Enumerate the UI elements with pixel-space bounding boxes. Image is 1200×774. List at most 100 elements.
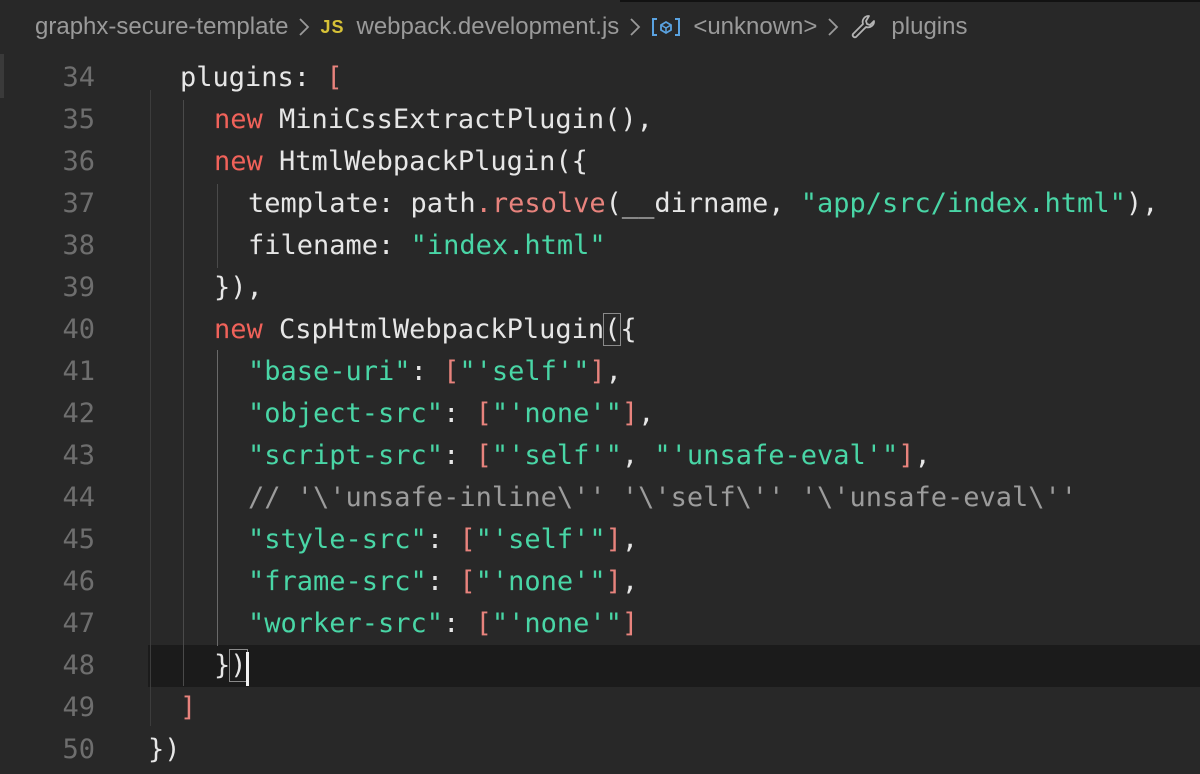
editor-edge-marker — [0, 54, 4, 98]
breadcrumb-folder[interactable]: graphx-secure-template — [35, 13, 288, 41]
token-property: filename: — [248, 230, 411, 261]
wrench-icon — [849, 13, 877, 41]
window-edge — [620, 0, 1200, 2]
token-bracket: ] — [180, 692, 197, 723]
token-keyword: new — [214, 104, 263, 135]
js-file-icon: JS — [320, 16, 345, 37]
code-line-46[interactable]: "frame-src": ["'none'"], — [248, 561, 638, 603]
code-line-44[interactable]: // '\'unsafe-inline\'' '\'self\'' '\'uns… — [248, 477, 1077, 519]
token-key: "object-src" — [248, 398, 444, 429]
token-punctuation: : — [426, 566, 460, 597]
code-line-50[interactable]: }) — [148, 729, 181, 771]
code-line-42[interactable]: "object-src": ["'none'"], — [248, 393, 654, 435]
token-call: MiniCssExtractPlugin(), — [279, 104, 653, 135]
breadcrumb-folder-label: graphx-secure-template — [35, 13, 289, 40]
breadcrumb-property[interactable]: plugins — [849, 13, 967, 41]
breadcrumb-file-label: webpack.development.js — [356, 13, 620, 40]
token-string: "'self'" — [491, 440, 622, 471]
token-identifier: __dirname, — [621, 188, 801, 219]
chevron-right-icon — [827, 17, 839, 37]
token-paren: ( — [605, 188, 622, 219]
code-line-49[interactable]: ] — [180, 687, 196, 729]
matching-bracket: ) — [229, 649, 248, 682]
token-property: template: path — [248, 188, 476, 219]
token-brace: { — [620, 314, 637, 345]
token-string: "'none'" — [491, 398, 622, 429]
code-area[interactable]: plugins: [ new MiniCssExtractPlugin(), n… — [0, 0, 1200, 774]
token-string: "'none'" — [491, 608, 622, 639]
breadcrumb-symbol-label: <unknown> — [693, 13, 818, 40]
token-bracket: [ — [443, 356, 460, 387]
token-class-name: CspHtmlWebpackPlugin — [279, 314, 605, 345]
code-line-36[interactable]: new HtmlWebpackPlugin({ — [214, 141, 588, 183]
token-string: "'unsafe-eval'" — [654, 440, 899, 471]
code-editor[interactable]: graphx-secure-template JS webpack.develo… — [0, 0, 1200, 774]
token-key: "worker-src" — [248, 608, 444, 639]
code-line-48[interactable]: }) — [214, 645, 248, 687]
token-punctuation: : — [293, 62, 327, 93]
token-string: "index.html" — [410, 230, 606, 261]
token-punctuation: , — [621, 440, 655, 471]
code-line-38[interactable]: filename: "index.html" — [248, 225, 606, 267]
token-bracket: ] — [898, 440, 915, 471]
token-bracket: ] — [621, 608, 639, 639]
token-keyword: new — [214, 314, 263, 345]
token-bracket: [ — [475, 398, 492, 429]
token-bracket: ] — [605, 566, 622, 597]
token-string: "'self'" — [475, 524, 606, 555]
token-string: "'none'" — [475, 566, 606, 597]
chevron-right-icon — [298, 17, 310, 37]
breadcrumb-file[interactable]: JS webpack.development.js — [320, 13, 619, 41]
matching-bracket: ( — [603, 313, 622, 346]
code-line-35[interactable]: new MiniCssExtractPlugin(), — [214, 99, 653, 141]
token-bracket: ] — [589, 356, 606, 387]
token-bracket: ] — [621, 398, 639, 429]
token-bracket: ] — [605, 524, 622, 555]
token-bracket: [ — [326, 62, 343, 93]
token-key: "base-uri" — [248, 356, 411, 387]
code-line-47[interactable]: "worker-src": ["'none'"] — [248, 603, 638, 645]
code-line-45[interactable]: "style-src": ["'self'"], — [248, 519, 638, 561]
token-bracket: [ — [475, 440, 492, 471]
code-line-34[interactable]: plugins: [ — [180, 57, 343, 99]
text-cursor — [246, 652, 249, 686]
breadcrumb-symbol[interactable]: <unknown> — [651, 13, 817, 41]
symbol-variable-icon — [651, 16, 681, 38]
token-key: "frame-src" — [248, 566, 427, 597]
token-method: resolve — [491, 188, 606, 219]
token-punctuation: : — [426, 524, 460, 555]
token-punctuation: , — [621, 524, 639, 555]
chevron-right-icon — [629, 17, 641, 37]
token-bracket: [ — [459, 524, 476, 555]
token-punctuation: , — [914, 440, 931, 471]
token-keyword: new — [214, 146, 263, 177]
token-punctuation: }) — [148, 734, 181, 765]
token-punctuation: , — [605, 356, 622, 387]
token-punctuation: , — [621, 566, 639, 597]
token-key: "style-src" — [248, 524, 427, 555]
token-paren: ), — [1125, 188, 1159, 219]
token-punctuation: : — [410, 356, 444, 387]
token-bracket: [ — [475, 608, 492, 639]
breadcrumb-property-label: plugins — [891, 13, 968, 40]
token-brace: } — [214, 650, 231, 681]
token-punctuation: : — [443, 608, 476, 639]
token-comment: // '\'unsafe-inline\'' '\'self\'' '\'uns… — [248, 482, 1078, 513]
code-line-43[interactable]: "script-src": ["'self'", "'unsafe-eval'"… — [248, 435, 931, 477]
token-property: plugins — [180, 62, 294, 93]
token-punctuation: , — [638, 398, 655, 429]
token-key: "script-src" — [248, 440, 444, 471]
token-punctuation: }), — [214, 272, 263, 303]
code-line-41[interactable]: "base-uri": ["'self'"], — [248, 351, 622, 393]
token-dot: . — [475, 188, 492, 219]
token-bracket: [ — [459, 566, 476, 597]
code-line-37[interactable]: template: path.resolve(__dirname, "app/s… — [248, 183, 1158, 225]
code-line-40[interactable]: new CspHtmlWebpackPlugin({ — [214, 309, 637, 351]
token-punctuation: : — [443, 398, 476, 429]
breadcrumb: graphx-secure-template JS webpack.develo… — [0, 0, 1200, 54]
token-punctuation: : — [443, 440, 476, 471]
code-line-39[interactable]: }), — [214, 267, 263, 309]
token-string: "app/src/index.html" — [800, 188, 1126, 219]
token-call: HtmlWebpackPlugin({ — [279, 146, 588, 177]
token-string: "'self'" — [459, 356, 590, 387]
